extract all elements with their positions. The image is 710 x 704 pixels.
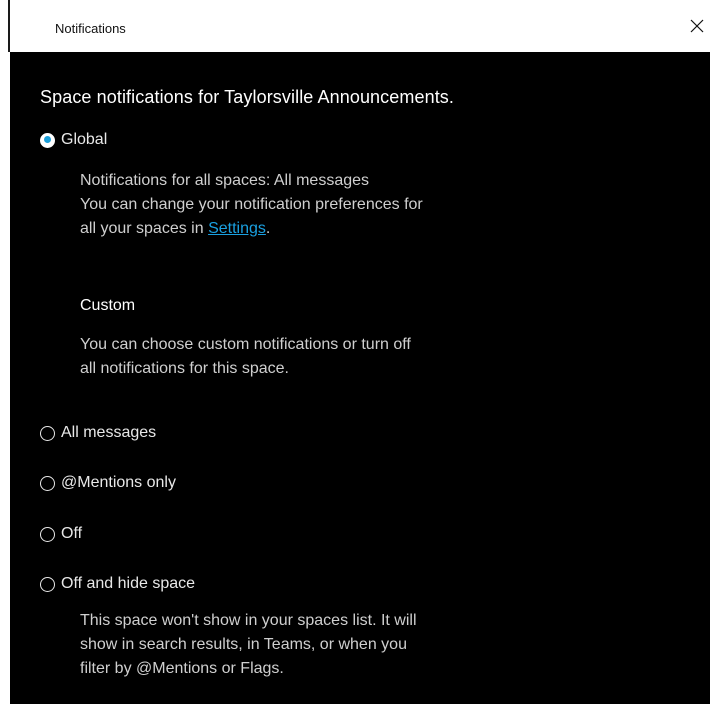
- title-bar: Notifications: [10, 0, 710, 52]
- hide-description: This space won't show in your spaces lis…: [80, 609, 417, 681]
- radio-mentions-only[interactable]: @Mentions only: [40, 474, 176, 492]
- custom-description: You can choose custom notifications or t…: [80, 333, 411, 381]
- global-desc-line: You can change your notification prefere…: [80, 196, 423, 213]
- dialog-title: Notifications: [55, 21, 126, 36]
- radio-off-label: Off: [61, 525, 83, 542]
- radio-off-and-hide-label: Off and hide space: [61, 575, 196, 592]
- radio-mentions-only-label: @Mentions only: [61, 474, 176, 491]
- notifications-dialog: Notifications Space notifications for Ta…: [0, 0, 710, 704]
- window-edge: [0, 0, 8, 704]
- radio-all-messages[interactable]: All messages: [40, 424, 156, 442]
- global-desc-suffix: .: [265, 220, 271, 237]
- hide-desc-line: This space won't show in your spaces lis…: [80, 612, 417, 629]
- radio-global[interactable]: Global: [40, 131, 107, 149]
- close-button[interactable]: [684, 12, 710, 40]
- radio-off-and-hide[interactable]: Off and hide space: [40, 575, 195, 593]
- global-description: Notifications for all spaces: All messag…: [80, 169, 423, 241]
- radio-unchecked-icon[interactable]: [40, 425, 55, 441]
- settings-link[interactable]: Settings: [208, 220, 266, 237]
- hide-desc-line: filter by @Mentions or Flags.: [80, 660, 284, 677]
- dialog-content: Space notifications for Taylorsville Ann…: [10, 52, 710, 704]
- radio-off[interactable]: Off: [40, 525, 82, 543]
- radio-all-messages-label: All messages: [61, 424, 157, 441]
- radio-global-label: Global: [61, 131, 108, 148]
- global-desc-prefix: all your spaces in: [80, 220, 209, 237]
- custom-desc-line: You can choose custom notifications or t…: [80, 336, 411, 353]
- global-desc-line: Notifications for all spaces: All messag…: [80, 172, 370, 189]
- custom-heading: Custom: [80, 297, 136, 314]
- radio-unchecked-icon[interactable]: [40, 475, 55, 491]
- custom-desc-line: all notifications for this space.: [80, 360, 289, 377]
- global-desc-line: all your spaces in Settings.: [80, 217, 423, 241]
- page-title: Space notifications for Taylorsville Ann…: [40, 87, 454, 107]
- radio-checked-icon[interactable]: [40, 132, 55, 148]
- radio-unchecked-icon[interactable]: [40, 576, 55, 592]
- hide-desc-line: show in search results, in Teams, or whe…: [80, 636, 407, 653]
- close-icon: [690, 19, 704, 33]
- radio-unchecked-icon[interactable]: [40, 526, 55, 542]
